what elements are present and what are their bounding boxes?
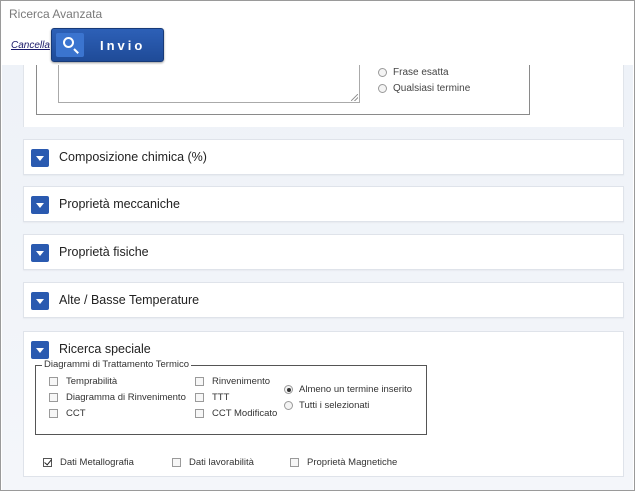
section-chemical-composition[interactable]: Composizione chimica (%) [23,139,624,175]
expand-toggle-icon[interactable] [31,196,49,214]
submit-button-label: Invio [100,38,146,53]
radio-at-least-one[interactable]: Almeno un termine inserito [284,384,412,395]
radio-all-selected[interactable]: Tutti i selezionati [284,400,369,411]
section-physical-properties[interactable]: Proprietà fisiche [23,234,624,270]
search-terms-textarea[interactable] [58,65,360,103]
radio-button[interactable] [284,401,293,410]
expand-toggle-icon[interactable] [31,292,49,310]
section-high-low-temperatures[interactable]: Alte / Basse Temperature [23,282,624,318]
checkbox-label: Proprietà Magnetiche [307,457,398,468]
checkbox-temprabilita[interactable]: Temprabilità [49,376,117,387]
checkbox[interactable] [172,458,181,467]
checkbox-cct-modificato[interactable]: CCT Modificato [195,408,277,419]
search-icon [56,33,84,57]
checkbox-label: Temprabilità [66,376,118,387]
text-search-box: Frase esatta Qualsiasi termine [36,65,530,115]
submit-button[interactable]: Invio [51,28,164,62]
checkbox-diagramma-rinvenimento[interactable]: Diagramma di Rinvenimento [49,392,186,403]
checkbox[interactable] [195,409,204,418]
radio-button[interactable] [284,385,293,394]
radio-exact-phrase[interactable]: Frase esatta [378,67,449,78]
checkbox-proprieta-magnetiche[interactable]: Proprietà Magnetiche [290,457,397,468]
checkbox-cct[interactable]: CCT [49,408,86,419]
expand-toggle-icon[interactable] [31,244,49,262]
radio-label: Almeno un termine inserito [299,384,412,395]
checkbox-label: CCT Modificato [212,408,278,419]
window-title: Ricerca Avanzata [9,7,103,21]
checkbox-label: Diagramma di Rinvenimento [66,392,186,403]
checkbox[interactable] [49,377,58,386]
checkbox[interactable] [49,409,58,418]
checkbox-label: Rinvenimento [212,376,271,387]
checkbox-dati-metallografia[interactable]: Dati Metallografia [43,457,134,468]
checkbox[interactable] [290,458,299,467]
checkbox[interactable] [43,458,52,467]
radio-label: Frase esatta [393,67,449,78]
checkbox-label: Dati lavorabilità [189,457,254,468]
section-title[interactable]: Proprietà meccaniche [59,197,180,211]
radio-button[interactable] [378,68,387,77]
radio-button[interactable] [378,84,387,93]
heat-treatment-diagrams-group: Diagrammi di Trattamento Termico Temprab… [35,359,427,435]
checkbox[interactable] [195,377,204,386]
section-title[interactable]: Ricerca speciale [59,342,151,356]
radio-label: Tutti i selezionati [299,400,370,411]
search-form-scroll-area[interactable]: Frase esatta Qualsiasi termine Composizi… [2,65,633,490]
checkbox[interactable] [49,393,58,402]
section-mechanical-properties[interactable]: Proprietà meccaniche [23,186,624,222]
radio-any-term[interactable]: Qualsiasi termine [378,83,470,94]
checkbox-dati-lavorabilita[interactable]: Dati lavorabilità [172,457,254,468]
checkbox-label: CCT [66,408,86,419]
section-title[interactable]: Alte / Basse Temperature [59,293,199,307]
checkbox-label: Dati Metallografia [60,457,134,468]
section-title[interactable]: Proprietà fisiche [59,245,149,259]
cancel-link[interactable]: Cancella [11,40,50,51]
collapse-toggle-icon[interactable] [31,341,49,359]
expand-toggle-icon[interactable] [31,149,49,167]
section-special-search: Ricerca speciale Diagrammi di Trattament… [23,331,624,477]
checkbox-rinvenimento[interactable]: Rinvenimento [195,376,270,387]
advanced-search-window: Ricerca Avanzata Cancella Invio Frase es… [0,0,635,491]
section-title[interactable]: Composizione chimica (%) [59,150,207,164]
checkbox-label: TTT [212,392,230,403]
group-legend: Diagrammi di Trattamento Termico [42,359,192,370]
text-search-panel: Frase esatta Qualsiasi termine [23,65,624,127]
radio-label: Qualsiasi termine [393,83,471,94]
checkbox[interactable] [195,393,204,402]
checkbox-ttt[interactable]: TTT [195,392,229,403]
resize-grip-icon[interactable] [351,94,358,101]
